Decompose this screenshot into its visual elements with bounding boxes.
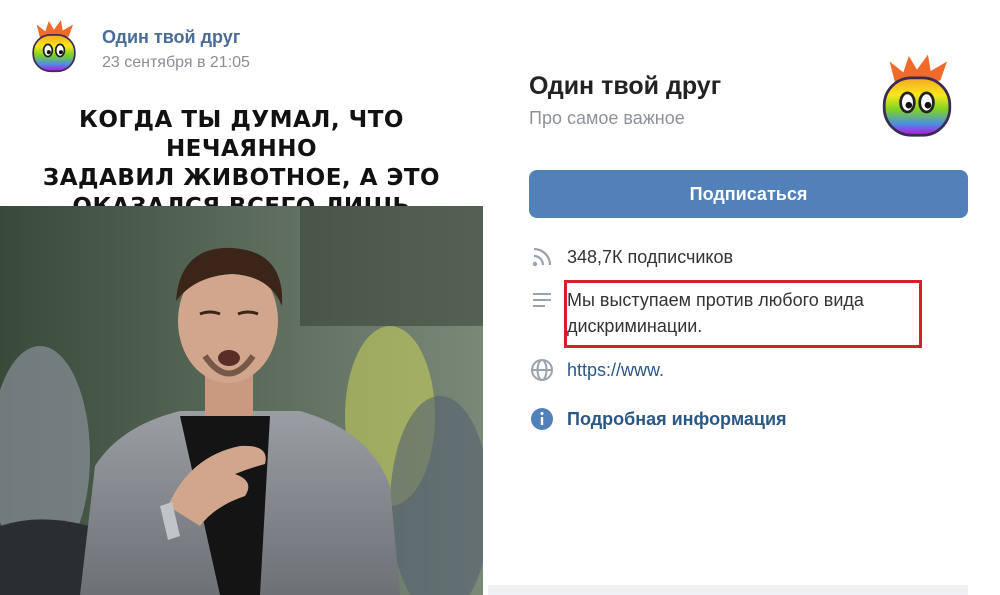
group-profile-panel: Один твой друг Про самое важное Подписат… (488, 0, 1000, 595)
meme-photo[interactable] (0, 206, 483, 595)
meme-caption-line-2: ЗАДАВИЛ ЖИВОТНОЕ, А ЭТО (42, 165, 441, 191)
rss-icon (529, 244, 555, 270)
group-avatar-icon[interactable] (876, 52, 958, 142)
more-info-row[interactable]: Подробная информация (529, 406, 787, 432)
post-date[interactable]: 23 сентября в 21:05 (102, 54, 250, 72)
more-info-link[interactable]: Подробная информация (567, 406, 787, 432)
info-icon (529, 406, 555, 432)
subscriber-count: 348,7К подписчиков (567, 247, 734, 267)
group-name: Один твой друг (529, 72, 722, 100)
description-highlight-box (564, 280, 922, 348)
group-status: Про самое важное (529, 108, 685, 128)
group-website-link[interactable]: https://www. (567, 357, 664, 383)
subscribe-button[interactable]: Подписаться (529, 170, 968, 218)
globe-icon (529, 357, 555, 383)
subscribers-row[interactable]: 348,7К подписчиков (529, 244, 733, 270)
bottom-separator (488, 585, 968, 595)
post-panel: Один твой друг 23 сентября в 21:05 КОГДА… (0, 0, 483, 595)
post-avatar-icon[interactable] (28, 18, 80, 76)
meme-caption-line-1: КОГДА ТЫ ДУМАЛ, ЧТО НЕЧАЯННО (79, 107, 404, 162)
post-author-name[interactable]: Один твой друг (102, 27, 240, 48)
link-row[interactable]: https://www. (529, 357, 664, 383)
text-lines-icon (529, 287, 555, 313)
